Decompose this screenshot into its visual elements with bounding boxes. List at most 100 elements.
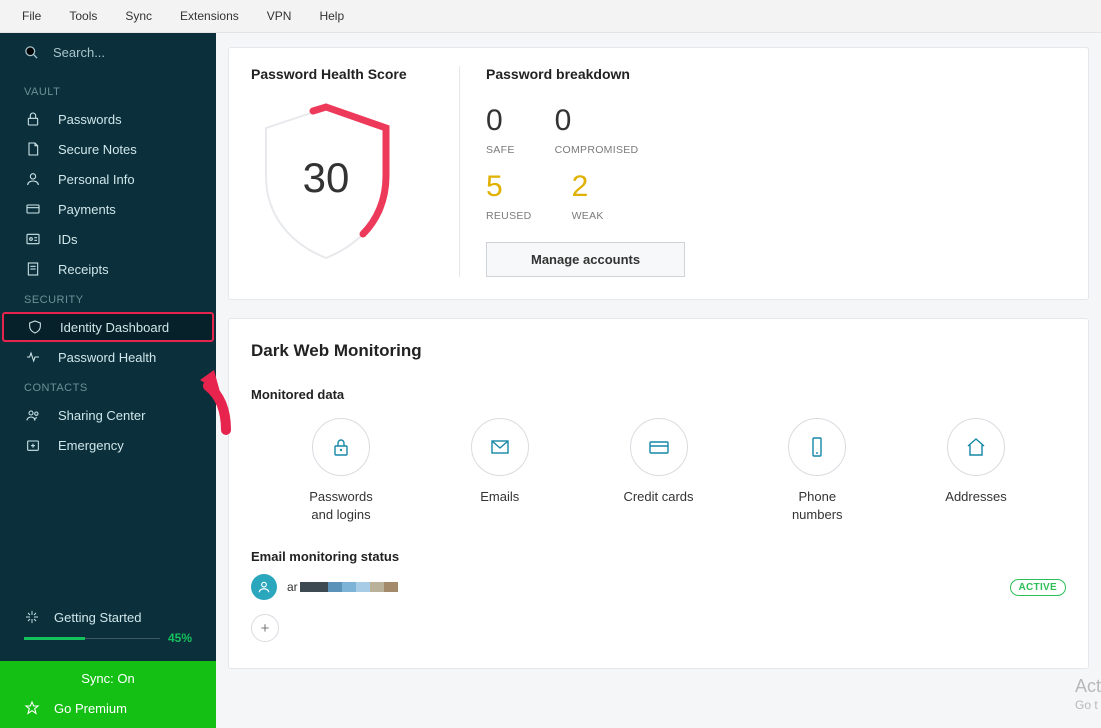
sidebar-item-personal-info[interactable]: Personal Info bbox=[0, 164, 216, 194]
safe-count: 0 bbox=[486, 104, 515, 138]
add-email-button[interactable]: + bbox=[251, 614, 279, 642]
go-premium-label: Go Premium bbox=[54, 701, 127, 716]
monitored-email-row[interactable]: ar ACTIVE bbox=[251, 574, 1066, 600]
sidebar-item-label: Emergency bbox=[58, 438, 124, 453]
menu-sync[interactable]: Sync bbox=[111, 3, 166, 29]
getting-started[interactable]: Getting Started 45% bbox=[0, 599, 216, 661]
menu-tools[interactable]: Tools bbox=[55, 3, 111, 29]
email-monitoring-status: Email monitoring status ar ACTIVE + bbox=[251, 549, 1066, 642]
score-shield: 30 bbox=[251, 96, 401, 266]
redaction-stripes bbox=[300, 582, 398, 592]
health-card: Password Health Score 30 Password breakd… bbox=[228, 47, 1089, 300]
email-redacted: ar bbox=[287, 580, 398, 594]
monitored-label: Emails bbox=[430, 488, 570, 506]
password-health-score: Password Health Score 30 bbox=[251, 66, 451, 277]
monitored-label: Passwords and logins bbox=[271, 488, 411, 523]
email-prefix: ar bbox=[287, 580, 298, 594]
star-icon bbox=[24, 700, 40, 716]
reused-label: REUSED bbox=[486, 210, 532, 222]
sidebar-item-identity-dashboard[interactable]: Identity Dashboard bbox=[2, 312, 214, 342]
menubar: File Tools Sync Extensions VPN Help bbox=[0, 0, 1101, 33]
activation-watermark: Act Go t bbox=[1075, 676, 1101, 712]
ems-title: Email monitoring status bbox=[251, 549, 1066, 564]
people-icon bbox=[25, 407, 41, 423]
search-placeholder: Search... bbox=[53, 45, 105, 60]
monitored-phone[interactable]: Phone numbers bbox=[747, 418, 887, 523]
home-icon bbox=[964, 435, 988, 459]
compromised-label: COMPROMISED bbox=[555, 144, 639, 156]
progress-fill bbox=[24, 637, 85, 640]
shield-icon bbox=[27, 319, 43, 335]
main-content: Password Health Score 30 Password breakd… bbox=[216, 33, 1101, 728]
sidebar-item-label: Personal Info bbox=[58, 172, 135, 187]
breakdown-compromised: 0 COMPROMISED bbox=[555, 104, 639, 156]
dwm-title: Dark Web Monitoring bbox=[251, 341, 1066, 361]
sidebar-item-label: Receipts bbox=[58, 262, 109, 277]
watermark-line2: Go t bbox=[1075, 698, 1101, 712]
sync-status[interactable]: Sync: On bbox=[0, 661, 216, 692]
sidebar-item-label: Identity Dashboard bbox=[60, 320, 169, 335]
menu-help[interactable]: Help bbox=[305, 3, 358, 29]
monitored-passwords[interactable]: Passwords and logins bbox=[271, 418, 411, 523]
breakdown-safe: 0 SAFE bbox=[486, 104, 515, 156]
sidebar-item-ids[interactable]: IDs bbox=[0, 224, 216, 254]
person-icon bbox=[25, 171, 41, 187]
breakdown-weak: 2 WEAK bbox=[572, 170, 604, 222]
monitored-credit-cards[interactable]: Credit cards bbox=[589, 418, 729, 523]
section-contacts-label: CONTACTS bbox=[0, 372, 216, 400]
safe-label: SAFE bbox=[486, 144, 515, 156]
person-icon bbox=[257, 580, 271, 594]
manage-accounts-button[interactable]: Manage accounts bbox=[486, 242, 685, 277]
dark-web-monitoring-card: Dark Web Monitoring Monitored data Passw… bbox=[228, 318, 1089, 669]
weak-count: 2 bbox=[572, 170, 604, 204]
menu-file[interactable]: File bbox=[8, 3, 55, 29]
monitored-label: Addresses bbox=[906, 488, 1046, 506]
note-icon bbox=[25, 141, 41, 157]
lock-icon bbox=[25, 111, 41, 127]
breakdown-reused: 5 REUSED bbox=[486, 170, 532, 222]
card-icon bbox=[25, 201, 41, 217]
id-icon bbox=[25, 231, 41, 247]
section-security-label: SECURITY bbox=[0, 284, 216, 312]
progress-track bbox=[24, 638, 160, 639]
search-input[interactable]: Search... bbox=[0, 33, 216, 76]
emergency-icon bbox=[25, 437, 41, 453]
sidebar-item-password-health[interactable]: Password Health bbox=[0, 342, 216, 372]
phone-icon bbox=[805, 435, 829, 459]
sidebar-item-passwords[interactable]: Passwords bbox=[0, 104, 216, 134]
password-breakdown: Password breakdown 0 SAFE 0 COMPROMISED … bbox=[486, 66, 1066, 277]
receipt-icon bbox=[25, 261, 41, 277]
sidebar-item-sharing-center[interactable]: Sharing Center bbox=[0, 400, 216, 430]
search-icon bbox=[24, 45, 39, 60]
mail-icon bbox=[488, 435, 512, 459]
sidebar-item-payments[interactable]: Payments bbox=[0, 194, 216, 224]
sidebar-item-receipts[interactable]: Receipts bbox=[0, 254, 216, 284]
weak-label: WEAK bbox=[572, 210, 604, 222]
monitored-emails[interactable]: Emails bbox=[430, 418, 570, 523]
sparkle-icon bbox=[24, 609, 40, 625]
section-vault-label: VAULT bbox=[0, 76, 216, 104]
watermark-line1: Act bbox=[1075, 676, 1101, 698]
lock-icon bbox=[329, 435, 353, 459]
menu-extensions[interactable]: Extensions bbox=[166, 3, 253, 29]
progress-percent: 45% bbox=[168, 631, 192, 645]
sidebar-item-label: Passwords bbox=[58, 112, 122, 127]
reused-count: 5 bbox=[486, 170, 532, 204]
compromised-count: 0 bbox=[555, 104, 639, 138]
sidebar-item-secure-notes[interactable]: Secure Notes bbox=[0, 134, 216, 164]
go-premium[interactable]: Go Premium bbox=[0, 692, 216, 728]
monitored-addresses[interactable]: Addresses bbox=[906, 418, 1046, 523]
monitored-data-label: Monitored data bbox=[251, 387, 1066, 402]
sidebar-item-label: Secure Notes bbox=[58, 142, 137, 157]
monitored-label: Phone numbers bbox=[747, 488, 887, 523]
pb-title: Password breakdown bbox=[486, 66, 1066, 82]
sidebar-item-label: Sharing Center bbox=[58, 408, 145, 423]
monitored-label: Credit cards bbox=[589, 488, 729, 506]
sidebar-item-emergency[interactable]: Emergency bbox=[0, 430, 216, 460]
menu-vpn[interactable]: VPN bbox=[253, 3, 306, 29]
sidebar-item-label: Payments bbox=[58, 202, 116, 217]
divider bbox=[459, 66, 460, 277]
score-value: 30 bbox=[251, 154, 401, 202]
phs-title: Password Health Score bbox=[251, 66, 451, 82]
status-badge: ACTIVE bbox=[1010, 579, 1066, 596]
